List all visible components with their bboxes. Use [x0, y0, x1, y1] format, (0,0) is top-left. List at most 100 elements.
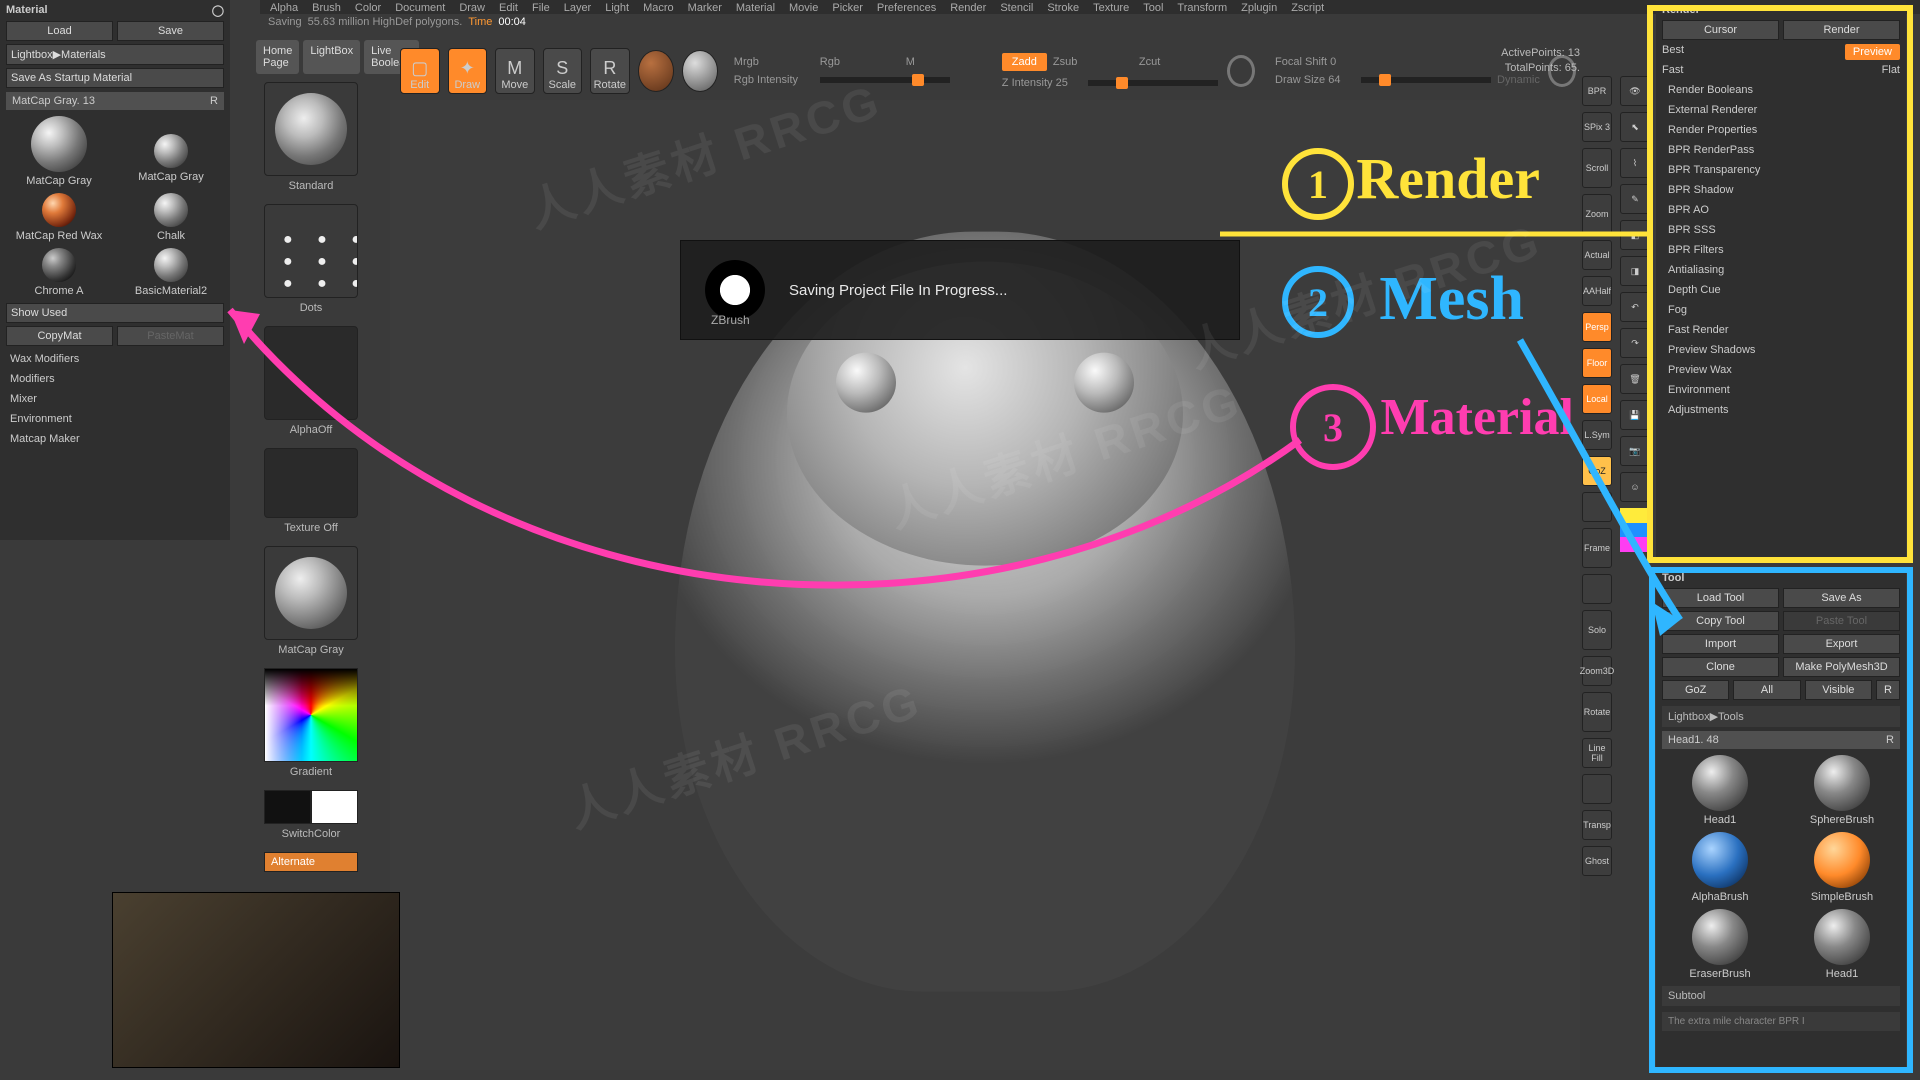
scroll-button[interactable]: Scroll	[1582, 148, 1612, 188]
trash-icon[interactable]: 🗑	[1620, 364, 1650, 394]
menu-item[interactable]: Marker	[688, 2, 722, 12]
material-swatch[interactable]: Chalk	[118, 193, 224, 242]
render-section[interactable]: Fast Render	[1662, 320, 1900, 340]
menu-item[interactable]: Picker	[832, 2, 863, 12]
menu-item[interactable]: Light	[605, 2, 629, 12]
m-toggle[interactable]: M	[906, 56, 986, 68]
subtool-header[interactable]: Subtool	[1662, 986, 1900, 1006]
draw-mode-button[interactable]: ✦Draw	[448, 48, 488, 94]
goz-button[interactable]: GoZ	[1582, 456, 1612, 486]
menu-item[interactable]: Render	[950, 2, 986, 12]
material-section[interactable]: Modifiers	[6, 369, 224, 389]
rotate3d-button[interactable]: Rotate	[1582, 692, 1612, 732]
transp-button[interactable]: Transp	[1582, 810, 1612, 840]
all-button[interactable]: All	[1733, 680, 1800, 700]
zcut-toggle[interactable]: Zcut	[1139, 56, 1219, 68]
menu-item[interactable]: Movie	[789, 2, 818, 12]
rgb-toggle[interactable]: Rgb	[820, 56, 900, 68]
render-section[interactable]: Environment	[1662, 380, 1900, 400]
material-swatch[interactable]: MatCap Gray	[118, 116, 224, 187]
render-section[interactable]: Depth Cue	[1662, 280, 1900, 300]
clone-button[interactable]: Clone	[1662, 657, 1779, 677]
copy-material-button[interactable]: CopyMat	[6, 326, 113, 346]
menu-item[interactable]: Material	[736, 2, 775, 12]
lightbox-tab[interactable]: LightBox	[303, 40, 360, 74]
menu-item[interactable]: Macro	[643, 2, 674, 12]
z-intensity-slider[interactable]	[1088, 80, 1218, 86]
lsym-button[interactable]: L.Sym	[1582, 420, 1612, 450]
zadd-toggle[interactable]: Zadd	[1002, 53, 1047, 71]
alternate-button[interactable]: Alternate	[264, 852, 358, 872]
blank-button[interactable]	[1582, 492, 1612, 522]
render-section[interactable]: Render Properties	[1662, 120, 1900, 140]
menu-item[interactable]: Zscript	[1291, 2, 1324, 12]
copy-tool-button[interactable]: Copy Tool	[1662, 611, 1779, 631]
current-material-chip[interactable]: MatCap Gray. 13 R	[6, 92, 224, 110]
color-swatches[interactable]	[264, 790, 358, 824]
eye-icon[interactable]: 👁	[1620, 76, 1650, 106]
stroke-thumbnail[interactable]	[264, 204, 358, 298]
save-button[interactable]: Save	[117, 21, 224, 41]
render-section[interactable]: External Renderer	[1662, 100, 1900, 120]
menu-item[interactable]: Zplugin	[1241, 2, 1277, 12]
render-section[interactable]: Preview Wax	[1662, 360, 1900, 380]
menu-item[interactable]: Texture	[1093, 2, 1129, 12]
persp-button[interactable]: Persp	[1582, 312, 1612, 342]
erase-icon[interactable]: ◧	[1620, 220, 1650, 250]
menu-item[interactable]: Preferences	[877, 2, 936, 12]
move-mode-button[interactable]: MMove	[495, 48, 535, 94]
tool-thumb[interactable]: Head1	[1662, 755, 1778, 826]
menu-item[interactable]: Draw	[459, 2, 485, 12]
secondary-material-preview[interactable]	[682, 50, 718, 92]
tool-thumb[interactable]: AlphaBrush	[1662, 832, 1778, 903]
rgb-intensity-slider[interactable]	[820, 77, 950, 83]
render-section[interactable]: Fog	[1662, 300, 1900, 320]
render-section[interactable]: BPR RenderPass	[1662, 140, 1900, 160]
load-tool-button[interactable]: Load Tool	[1662, 588, 1779, 608]
erase2-icon[interactable]: ◨	[1620, 256, 1650, 286]
frame-button[interactable]: Frame	[1582, 528, 1612, 568]
tool-thumb[interactable]: EraserBrush	[1662, 909, 1778, 980]
blank-button[interactable]	[1582, 774, 1612, 804]
visible-button[interactable]: Visible	[1805, 680, 1872, 700]
color-picker[interactable]	[264, 668, 358, 762]
mrgb-toggle[interactable]: Mrgb	[734, 56, 814, 68]
menu-item[interactable]: File	[532, 2, 550, 12]
menu-item[interactable]: Alpha	[270, 2, 298, 12]
export-button[interactable]: Export	[1783, 634, 1900, 654]
render-section[interactable]: BPR Shadow	[1662, 180, 1900, 200]
material-swatch[interactable]: MatCap Red Wax	[6, 193, 112, 242]
render-section[interactable]: Render Booleans	[1662, 80, 1900, 100]
lightbox-materials-button[interactable]: Lightbox▶Materials	[6, 44, 224, 65]
scale-mode-button[interactable]: SScale	[543, 48, 583, 94]
render-section[interactable]: BPR Transparency	[1662, 160, 1900, 180]
menu-item[interactable]: Document	[395, 2, 445, 12]
draw-size-slider[interactable]	[1361, 77, 1491, 83]
material-swatch[interactable]: MatCap Gray	[6, 116, 112, 187]
make-polymesh-button[interactable]: Make PolyMesh3D	[1783, 657, 1900, 677]
material-section[interactable]: Matcap Maker	[6, 429, 224, 449]
lasso-icon[interactable]: ⌇	[1620, 148, 1650, 178]
menu-item[interactable]: Transform	[1177, 2, 1227, 12]
preview-button[interactable]: Preview	[1845, 44, 1900, 60]
brush-thumbnail[interactable]	[264, 82, 358, 176]
close-icon[interactable]: ◯	[212, 4, 224, 17]
render-button[interactable]: Render	[1783, 20, 1900, 40]
goz-button-2[interactable]: GoZ	[1662, 680, 1729, 700]
home-page-tab[interactable]: Home Page	[256, 40, 299, 74]
flat-button[interactable]: Flat	[1882, 64, 1900, 76]
redo-icon[interactable]: ↷	[1620, 328, 1650, 358]
menu-item[interactable]: Edit	[499, 2, 518, 12]
import-button[interactable]: Import	[1662, 634, 1779, 654]
render-section[interactable]: Adjustments	[1662, 400, 1900, 420]
load-button[interactable]: Load	[6, 21, 113, 41]
zoom3d-button[interactable]: Zoom3D	[1582, 656, 1612, 686]
material-swatch[interactable]: Chrome A	[6, 248, 112, 297]
lightbox-tools-button[interactable]: Lightbox▶Tools	[1662, 706, 1900, 727]
tool-thumb[interactable]: Head1	[1784, 909, 1900, 980]
paste-tool-button[interactable]: Paste Tool	[1783, 611, 1900, 631]
active-tool-chip[interactable]: Head1. 48R	[1662, 731, 1900, 749]
edit-mode-button[interactable]: ▢Edit	[400, 48, 440, 94]
switch-color-label[interactable]: SwitchColor	[256, 828, 366, 840]
menu-item[interactable]: Layer	[564, 2, 592, 12]
